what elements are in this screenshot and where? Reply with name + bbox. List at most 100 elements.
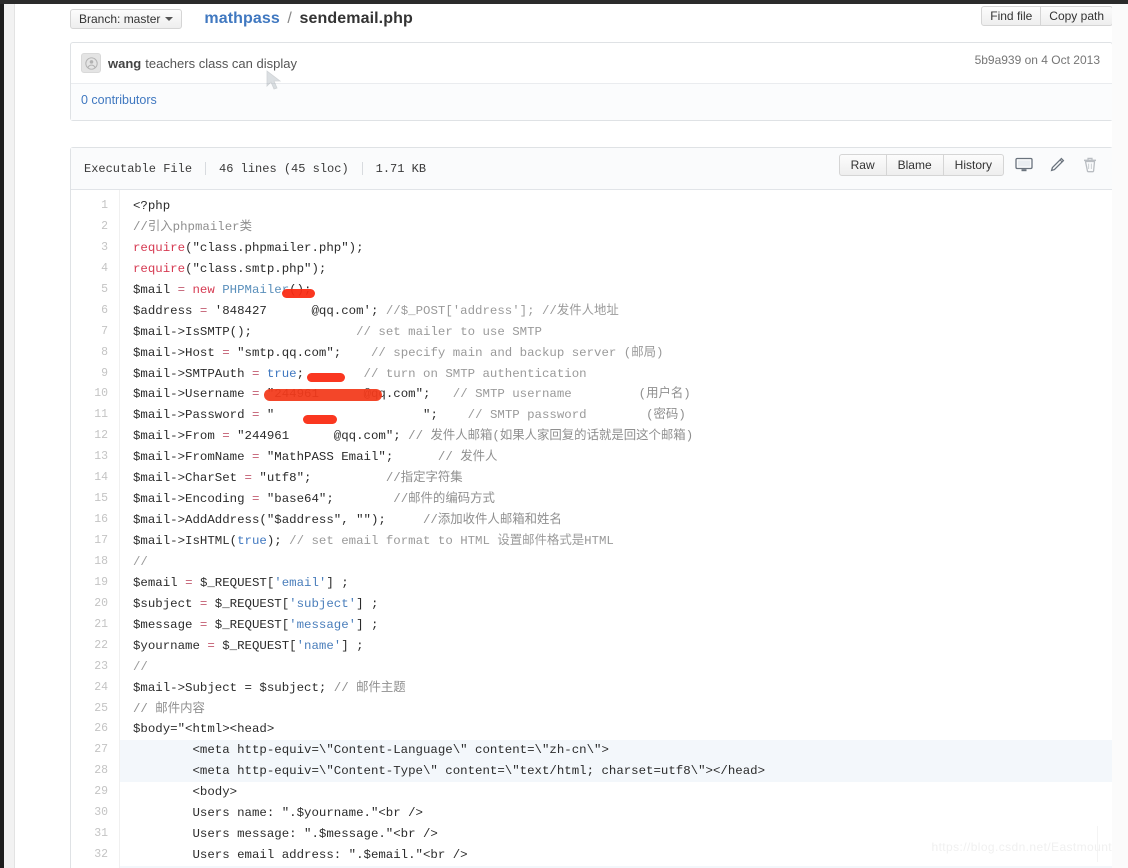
code-line[interactable]: // 邮件内容 bbox=[120, 699, 1112, 720]
code-token: = bbox=[185, 575, 200, 590]
code-token: require bbox=[133, 240, 186, 255]
code-line[interactable]: $mail->IsSMTP(); // set mailer to use SM… bbox=[120, 322, 1112, 343]
code-token: "244961 @qq.com" bbox=[237, 429, 394, 444]
code-line[interactable]: // bbox=[120, 657, 1112, 678]
code-token: = bbox=[199, 596, 215, 611]
code-token: ; bbox=[304, 471, 386, 486]
line-number: 5 bbox=[101, 282, 108, 296]
line-number: 29 bbox=[94, 785, 108, 799]
code-token: ; bbox=[326, 492, 394, 507]
page-left-margin bbox=[4, 4, 15, 868]
code-token: true bbox=[266, 366, 297, 381]
code-token: = bbox=[199, 617, 215, 632]
code-token: ; bbox=[370, 303, 386, 318]
line-number: 30 bbox=[94, 806, 108, 820]
code-line[interactable]: $mail->FromName = "MathPASS Email"; // 发… bbox=[120, 447, 1112, 468]
code-line[interactable]: <meta http-equiv=\"Content-Language\" co… bbox=[120, 740, 1112, 762]
blob-file-mode: Executable File bbox=[84, 161, 193, 176]
code-line[interactable]: $mail->Host = "smtp.qq.com"; // specify … bbox=[120, 343, 1112, 364]
line-number: 27 bbox=[94, 743, 108, 757]
code-token: $_REQUEST[ bbox=[214, 617, 290, 632]
code-token: //邮件的编码方式 bbox=[393, 492, 495, 507]
code-token: true bbox=[237, 534, 267, 548]
code-token: new bbox=[192, 282, 223, 297]
code-token: // SMTP password bbox=[467, 408, 587, 423]
breadcrumb-separator: / bbox=[287, 10, 292, 27]
code-line[interactable]: require("class.smtp.php"); bbox=[120, 259, 1112, 280]
code-line[interactable]: <meta http-equiv=\"Content-Type\" conten… bbox=[120, 761, 1112, 783]
code-line[interactable]: $message = $_REQUEST['message'] ; bbox=[120, 615, 1112, 636]
breadcrumb: mathpass / sendemail.php bbox=[204, 10, 412, 28]
code-line[interactable]: $mail->CharSet = "utf8"; //指定字符集 bbox=[120, 468, 1112, 489]
line-number: 21 bbox=[94, 617, 108, 631]
commit-row: wang teachers class can display 5b9a939 … bbox=[71, 43, 1112, 83]
redaction-from-line12 bbox=[303, 415, 337, 424]
code-token: // SMTP username bbox=[452, 387, 572, 402]
code-line[interactable]: $address = '848427 @qq.com'; //$_POST['a… bbox=[120, 301, 1112, 322]
code-token: $_REQUEST[ bbox=[214, 596, 290, 611]
code-line[interactable]: $body="<html><head> bbox=[120, 719, 1112, 740]
code-line[interactable]: $mail->From = "244961 @qq.com"; // 发件人邮箱… bbox=[120, 426, 1112, 447]
commit-hash-and-date[interactable]: 5b9a939 on 4 Oct 2013 bbox=[975, 53, 1100, 67]
contributors-row: 0 contributors bbox=[71, 70, 1112, 120]
code-line[interactable]: Users name: ".$yourname."<br /> bbox=[120, 803, 1112, 824]
code-token: = bbox=[251, 492, 267, 507]
code-line[interactable]: $mail->Subject = $subject; // 邮件主题 bbox=[120, 678, 1112, 699]
commit-message[interactable]: teachers class can display bbox=[145, 56, 297, 71]
line-number: 3 bbox=[101, 240, 108, 254]
file-header: Branch: master mathpass / sendemail.php … bbox=[70, 4, 1113, 36]
branch-selector-button[interactable]: Branch: master bbox=[70, 9, 183, 29]
file-blob-box: Executable File 46 lines (45 sloc) 1.71 … bbox=[70, 147, 1113, 868]
code-token: 'email' bbox=[274, 575, 327, 590]
code-token: $mail bbox=[133, 282, 178, 297]
trash-delete-icon[interactable] bbox=[1077, 154, 1103, 176]
code-token: $mail->Subject = $subject; bbox=[133, 680, 334, 695]
code-token: = bbox=[207, 638, 223, 653]
code-token: $_REQUEST[ bbox=[199, 575, 275, 590]
code-token: //$_POST['address']; //发件人地址 bbox=[385, 303, 619, 318]
find-file-button[interactable]: Find file bbox=[981, 6, 1042, 26]
code-line[interactable]: $email = $_REQUEST['email'] ; bbox=[120, 573, 1112, 594]
code-line[interactable]: // bbox=[120, 552, 1112, 573]
code-token: $mail->AddAddress("$address", ""); bbox=[133, 513, 386, 528]
branch-selector-label: Branch: master bbox=[79, 12, 161, 26]
code-line[interactable]: $mail->SMTPAuth = true; // turn on SMTP … bbox=[120, 364, 1112, 385]
code-line[interactable]: $mail->IsHTML(true); // set email format… bbox=[120, 531, 1112, 552]
breadcrumb-repo-link[interactable]: mathpass bbox=[204, 10, 280, 27]
code-token: // bbox=[133, 554, 148, 569]
code-token: = bbox=[244, 471, 260, 486]
contributors-link[interactable]: 0 contributors bbox=[81, 93, 157, 107]
code-line[interactable]: $mail->Encoding = "base64"; //邮件的编码方式 bbox=[120, 489, 1112, 510]
blob-line-count: 46 lines (45 sloc) bbox=[219, 161, 349, 176]
blob-file-info: Executable File 46 lines (45 sloc) 1.71 … bbox=[81, 162, 439, 176]
history-button[interactable]: History bbox=[942, 154, 1004, 176]
code-lines[interactable]: <?php//引入phpmailer类 require("class.phpmai… bbox=[120, 190, 1112, 868]
copy-path-button[interactable]: Copy path bbox=[1040, 6, 1113, 26]
code-token: "base64" bbox=[266, 492, 327, 507]
blame-button[interactable]: Blame bbox=[885, 154, 944, 176]
code-line[interactable]: $subject = $_REQUEST['subject'] ; bbox=[120, 594, 1112, 615]
code-token: $address bbox=[133, 303, 200, 318]
code-line[interactable]: $mail = new PHPMailer(); bbox=[120, 280, 1112, 301]
code-line[interactable]: $mail->AddAddress("$address", ""); //添加收… bbox=[120, 510, 1112, 531]
line-number: 8 bbox=[101, 345, 108, 359]
code-line[interactable]: require("class.phpmailer.php"); bbox=[120, 238, 1112, 259]
code-line[interactable]: //引入phpmailer类 bbox=[120, 217, 1112, 238]
code-line[interactable]: $mail->Password = " "; // SMTP password … bbox=[120, 405, 1112, 426]
code-line[interactable]: $yourname = $_REQUEST['name'] ; bbox=[120, 636, 1112, 657]
code-line[interactable]: <body> bbox=[120, 782, 1112, 803]
open-in-desktop-icon[interactable] bbox=[1011, 154, 1037, 176]
line-number: 24 bbox=[94, 680, 108, 694]
line-number: 17 bbox=[94, 534, 108, 547]
code-viewer[interactable]: 1 2 3 4 5 6 7 8 9 10 11 12 13 14 15 16 17 18 19 20 21 22 23 24 2… bbox=[71, 190, 1112, 868]
blob-actions: Raw Blame History bbox=[838, 154, 1103, 176]
line-number: 11 bbox=[94, 408, 108, 422]
code-token: = bbox=[222, 345, 238, 360]
pencil-edit-icon[interactable] bbox=[1044, 154, 1070, 176]
raw-button[interactable]: Raw bbox=[838, 154, 887, 176]
code-token: // 邮件主题 bbox=[333, 680, 406, 695]
code-line[interactable]: <?php bbox=[120, 196, 1112, 217]
line-number: 23 bbox=[94, 659, 108, 673]
commit-author-link[interactable]: wang bbox=[108, 56, 141, 71]
